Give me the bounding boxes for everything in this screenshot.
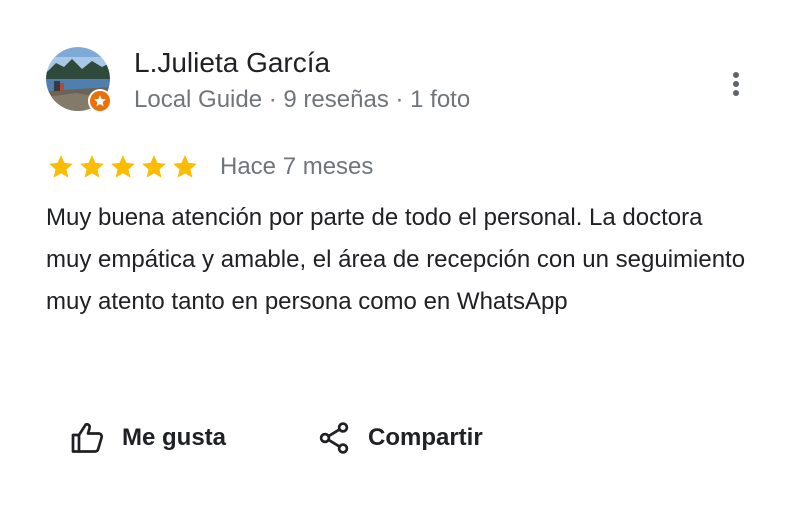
share-label: Compartir — [368, 424, 483, 451]
star-filled-icon — [111, 155, 135, 178]
star-filled-icon — [142, 155, 166, 178]
reviewer-name[interactable]: L.Julieta García — [134, 45, 330, 81]
reviewer-meta: Local Guide · 9 reseñas · 1 foto — [134, 86, 471, 113]
rating-row: Hace 7 meses — [46, 150, 373, 184]
share-button[interactable]: Compartir — [316, 414, 483, 462]
review-date: Hace 7 meses — [220, 153, 374, 180]
like-label: Me gusta — [122, 424, 227, 451]
more-vert-icon — [733, 72, 739, 96]
star-rating — [46, 152, 200, 182]
review-text: Muy buena atención por parte de todo el … — [46, 204, 746, 315]
thumbs-up-icon — [71, 422, 104, 453]
star-filled-icon — [80, 155, 104, 178]
like-button[interactable]: Me gusta — [70, 414, 226, 462]
local-guide-badge-icon — [88, 89, 112, 113]
star-filled-icon — [173, 155, 197, 178]
avatar[interactable] — [46, 47, 112, 113]
share-icon — [319, 422, 349, 454]
star-filled-icon — [49, 155, 73, 178]
star-icon — [94, 95, 106, 107]
more-options-button[interactable] — [716, 62, 756, 106]
